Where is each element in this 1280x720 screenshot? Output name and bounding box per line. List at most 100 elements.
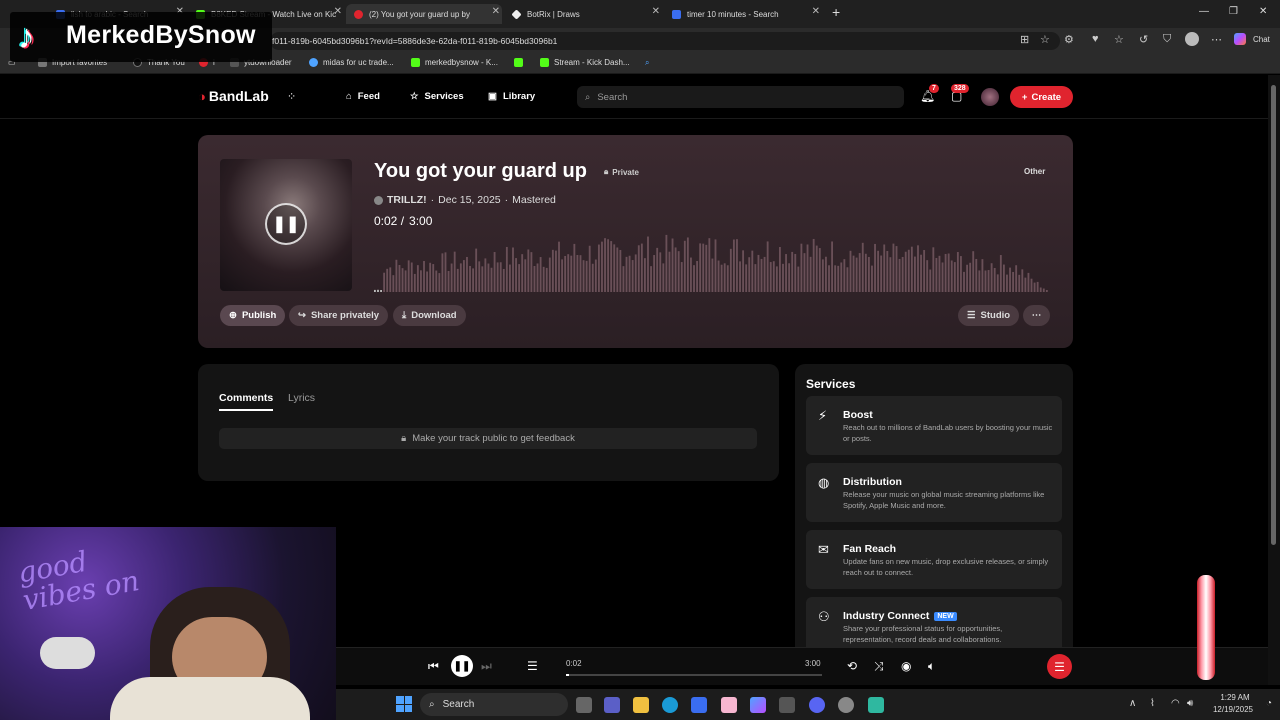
- volume-icon[interactable]: 🔈︎: [928, 659, 935, 674]
- tab-comments[interactable]: Comments: [219, 392, 274, 411]
- chat-button[interactable]: Chat: [1253, 35, 1270, 44]
- app-icon[interactable]: [721, 697, 737, 713]
- copilot-icon[interactable]: [750, 697, 766, 713]
- player-total-time: 3:00: [805, 659, 821, 668]
- pause-button[interactable]: ❚❚: [451, 655, 473, 677]
- nav-feed[interactable]: ⌂ Feed: [346, 91, 380, 102]
- waveform-bar: [610, 241, 613, 292]
- more-menu-icon[interactable]: ⋯: [1211, 33, 1222, 46]
- shuffle-icon[interactable]: ⤨: [874, 659, 884, 674]
- history-icon[interactable]: ↺: [1139, 33, 1148, 46]
- waveform-bar: [705, 244, 708, 292]
- waveform-bar: [821, 259, 824, 292]
- player-menu-button[interactable]: ☰: [1047, 654, 1072, 679]
- url-field[interactable]: f011-819b-6045bd3096b1?revId=5886de3e-62…: [270, 32, 1060, 50]
- taskbar-search[interactable]: ⌕ Search: [420, 693, 568, 716]
- previous-icon[interactable]: ⏮︎: [428, 659, 439, 674]
- bandlab-logo[interactable]: ◑ BandLab: [198, 88, 269, 104]
- service-distribution[interactable]: ◍ Distribution Release your music on globa…: [806, 463, 1062, 522]
- favorite-star-icon[interactable]: ☆: [1040, 33, 1050, 46]
- extensions-icon[interactable]: ⚙: [1064, 33, 1074, 46]
- edge-icon[interactable]: [662, 697, 678, 713]
- tab-botrix[interactable]: BotRix | Draws ✕: [504, 4, 662, 24]
- artist-name[interactable]: TRILLZ!: [387, 194, 427, 206]
- progress-track[interactable]: [566, 674, 822, 676]
- waveform-bar: [987, 270, 990, 292]
- waveform-bar: [450, 263, 453, 292]
- nav-services[interactable]: ☆ Services: [410, 91, 464, 102]
- studio-button[interactable]: ☰ Studio: [958, 305, 1020, 326]
- close-icon[interactable]: ✕: [492, 6, 500, 17]
- task-view-icon[interactable]: [576, 697, 592, 713]
- profile-avatar-icon[interactable]: [1185, 32, 1199, 46]
- waveform-bar: [732, 239, 735, 292]
- bookmark-merkedbysnow[interactable]: merkedbysnow - K...: [411, 58, 498, 67]
- bookmark-midas[interactable]: midas for uc trade...: [309, 58, 394, 67]
- tab-bandlab[interactable]: (2) You got your guard up by ✕: [346, 4, 502, 24]
- waveform-bar: [1039, 287, 1042, 292]
- favorites-icon[interactable]: ☆: [1114, 33, 1124, 46]
- bookmark-kick-dashboard[interactable]: Stream - Kick Dash...: [540, 58, 630, 67]
- windows-start-icon[interactable]: [396, 696, 412, 712]
- minimize-button[interactable]: —: [1199, 6, 1209, 17]
- waveform-bar: [815, 245, 818, 292]
- broadcast-icon[interactable]: ◉: [901, 659, 911, 673]
- user-avatar[interactable]: [981, 88, 999, 106]
- notification-bell-icon[interactable]: ◔: [1266, 698, 1272, 709]
- repeat-icon[interactable]: ⟲: [847, 659, 857, 673]
- bookmark-kick[interactable]: [514, 58, 528, 67]
- waveform-bar: [475, 248, 478, 292]
- maximize-button[interactable]: ❐: [1229, 6, 1238, 17]
- service-boost[interactable]: ⚡︎ Boost Reach out to millions of BandLab …: [806, 396, 1062, 455]
- chevron-up-icon[interactable]: ∧: [1129, 698, 1136, 709]
- browser-essentials-icon[interactable]: ♥: [1092, 33, 1099, 45]
- more-options-button[interactable]: ⋯: [1023, 305, 1050, 326]
- clock-time[interactable]: 1:29 AM: [1215, 693, 1255, 702]
- waveform-bar: [760, 258, 763, 292]
- next-icon[interactable]: ⏭︎: [481, 659, 492, 674]
- queue-icon[interactable]: ☰: [527, 659, 538, 673]
- close-window-button[interactable]: ✕: [1259, 6, 1267, 17]
- speaker-icon[interactable]: 🔊︎: [1187, 698, 1193, 709]
- teams-icon[interactable]: [604, 697, 620, 713]
- new-tab-button[interactable]: +: [832, 4, 840, 20]
- pause-icon[interactable]: ❚❚: [265, 203, 307, 245]
- publish-button[interactable]: ⊕ Publish: [220, 305, 286, 326]
- share-privately-button[interactable]: ↪ Share privately: [289, 305, 389, 326]
- waveform-bar: [536, 263, 539, 292]
- waveform-bar: [524, 259, 527, 292]
- close-icon[interactable]: ✕: [334, 6, 342, 17]
- create-button[interactable]: + Create: [1010, 86, 1073, 108]
- waveform-bar: [852, 255, 855, 292]
- wifi-icon[interactable]: ◠: [1171, 698, 1180, 709]
- tab-lyrics[interactable]: Lyrics: [288, 392, 315, 404]
- settings-icon[interactable]: [779, 697, 795, 713]
- waveform[interactable]: [374, 230, 1049, 292]
- tiktok-overlay: ♪ MerkedBySnow: [10, 12, 272, 62]
- discord-icon[interactable]: [809, 697, 825, 713]
- copilot-icon[interactable]: [1234, 33, 1246, 45]
- file-explorer-icon[interactable]: [633, 697, 649, 713]
- app-available-icon[interactable]: ⊞: [1020, 33, 1029, 46]
- search-icon[interactable]: ⌕: [645, 58, 649, 68]
- close-icon[interactable]: ✕: [652, 6, 660, 17]
- service-fan-reach[interactable]: ✉ Fan Reach Update fans on new music, drop…: [806, 530, 1062, 589]
- waveform-bar: [674, 247, 677, 292]
- obs-icon[interactable]: [838, 697, 854, 713]
- waveform-bar: [812, 238, 815, 292]
- notepad-icon[interactable]: [868, 697, 884, 713]
- shield-icon[interactable]: ⛉: [1163, 33, 1171, 46]
- network-icon[interactable]: ⌇: [1150, 698, 1155, 709]
- apps-grid-icon[interactable]: ⁘: [287, 90, 296, 103]
- waveform-bar: [996, 274, 999, 292]
- waveform-bar: [717, 260, 720, 292]
- page-scrollbar-thumb[interactable]: [1271, 85, 1276, 545]
- search-input[interactable]: ⌕ Search: [577, 86, 904, 108]
- nav-library[interactable]: ▣ Library: [488, 91, 535, 102]
- download-button[interactable]: ⤓ Download: [393, 305, 466, 326]
- store-icon[interactable]: [691, 697, 707, 713]
- close-icon[interactable]: ✕: [812, 6, 820, 17]
- tab-timer[interactable]: timer 10 minutes - Search ✕: [664, 4, 822, 24]
- clock-date[interactable]: 12/19/2025: [1208, 705, 1258, 714]
- waveform-bar: [1045, 290, 1048, 292]
